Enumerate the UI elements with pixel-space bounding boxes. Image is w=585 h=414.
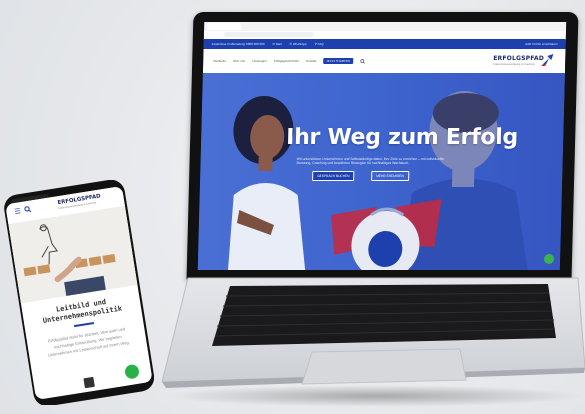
- heading-divider: [73, 322, 94, 327]
- phone-body-text: Erfolgspfad steht für Klarheit, Vertraue…: [47, 326, 131, 358]
- site-logo[interactable]: ERFOLGSPFAD Unternehmensberatung & Coach…: [493, 54, 554, 69]
- topbar-appointment-link[interactable]: Jetzt Termin vereinbaren: [525, 42, 558, 46]
- nav-item-about[interactable]: Über uns: [233, 59, 245, 63]
- main-nav: Startseite Über uns Leistungen Erfolgsge…: [213, 58, 365, 64]
- logo-name: ERFOLGSPFAD: [493, 55, 545, 62]
- whatsapp-chat-icon[interactable]: [543, 254, 555, 264]
- woman-photo: [227, 96, 306, 270]
- nav-item-home[interactable]: Startseite: [213, 59, 226, 63]
- laptop-screen: Kostenlose Erstberatung: 0800 000 000 ✉ …: [197, 22, 567, 270]
- brand-emblem-graphic: [331, 199, 442, 270]
- nav-cta-button[interactable]: JETZT STARTEN: [323, 58, 353, 64]
- stepping-stones-image: [8, 205, 138, 304]
- url-field[interactable]: [223, 32, 314, 37]
- hero-section: Ihr Weg zum Erfolg Wir unterstützen Unte…: [197, 73, 565, 270]
- search-icon[interactable]: [360, 58, 365, 64]
- topbar-item-faq[interactable]: ⚲ FAQ: [315, 42, 324, 46]
- search-icon[interactable]: [24, 205, 32, 213]
- hero-title: Ihr Weg zum Erfolg: [285, 125, 519, 150]
- topbar-item-whatsapp[interactable]: ✆ WhatsApp: [289, 42, 306, 46]
- laptop-keyboard-base: [161, 277, 585, 388]
- site-header: Startseite Über uns Leistungen Erfolgsge…: [202, 49, 566, 74]
- whatsapp-chat-icon[interactable]: [123, 363, 140, 380]
- hamburger-menu-icon[interactable]: ☰: [14, 208, 21, 216]
- site-topbar: Kostenlose Erstberatung: 0800 000 000 ✉ …: [203, 39, 566, 49]
- browser-tab[interactable]: [207, 23, 242, 30]
- hero-primary-button[interactable]: GESPRÄCH BUCHEN: [312, 171, 355, 181]
- hero-subtitle: Wir unterstützen Unternehmen und Selbsts…: [296, 157, 445, 166]
- topbar-item-mail[interactable]: ✉ Mail: [272, 42, 281, 46]
- hero-secondary-button[interactable]: MEHR ERFAHREN: [371, 171, 409, 181]
- device-mockup-scene: Kostenlose Erstberatung: 0800 000 000 ✉ …: [0, 0, 585, 414]
- nav-item-contact[interactable]: Kontakt: [306, 59, 316, 63]
- arrow-up-right-icon: [541, 54, 554, 66]
- laptop-shadow: [165, 385, 585, 407]
- nav-item-services[interactable]: Leistungen: [252, 59, 267, 63]
- nav-item-stories[interactable]: Erfolgsgeschichten: [274, 59, 299, 63]
- smartphone: ☰ ERFOLGSPFAD Unternehmensberatung & Coa…: [4, 180, 154, 405]
- scroll-to-top-button[interactable]: [83, 376, 95, 389]
- topbar-item-phone[interactable]: Kostenlose Erstberatung: 0800 000 000: [212, 42, 265, 46]
- logo-tagline: Unternehmensberatung & Coaching: [493, 63, 535, 66]
